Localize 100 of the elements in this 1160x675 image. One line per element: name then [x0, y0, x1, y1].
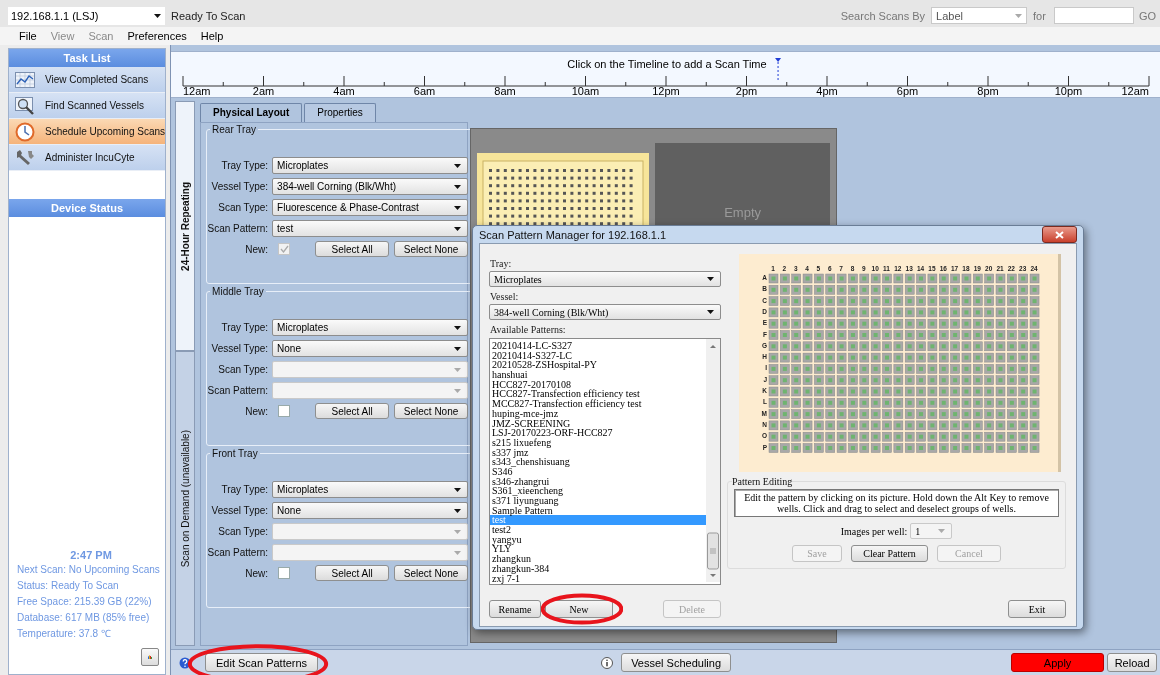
select-button[interactable]: Select None [394, 565, 469, 581]
exit-button[interactable]: Exit [1008, 600, 1066, 618]
status-line: Free Space: 215.39 GB (22%) [17, 595, 153, 609]
dropdown[interactable]: None [272, 502, 469, 519]
field-label: Vessel Type: [210, 343, 269, 354]
pattern-item[interactable]: test2 [490, 525, 706, 535]
dropdown[interactable]: Microplates [272, 157, 469, 174]
pattern-item[interactable]: 20210414-S327-LC [490, 350, 706, 361]
pattern-item[interactable]: s337 jmz [490, 447, 706, 458]
field-label: Scan Type: [217, 202, 269, 213]
pattern-item[interactable]: YLY [490, 544, 706, 555]
time-label: 12pm [652, 85, 680, 97]
vessel-scheduling-button[interactable]: Vessel Scheduling [621, 653, 732, 672]
pattern-item[interactable]: HCC827-Transfection efficiency test [490, 389, 706, 400]
pattern-item[interactable]: hanshuai [490, 370, 706, 380]
status-line: Status: Ready To Scan [17, 579, 120, 593]
dialog-title: Scan Pattern Manager for 192.168.1.1 [479, 228, 667, 241]
for-label: for [1033, 9, 1046, 22]
tray-dropdown[interactable]: Microplates [489, 271, 721, 287]
pattern-item[interactable]: S361_xieencheng [490, 486, 706, 496]
task-item[interactable]: Find Scanned Vessels [9, 93, 166, 119]
time-label: 2pm [735, 85, 758, 97]
time-label: 10pm [1054, 85, 1083, 97]
time-label: 8am [494, 85, 516, 97]
status-line: Next Scan: No Upcoming Scans [17, 563, 161, 577]
dropdown[interactable]: Microplates [272, 481, 469, 498]
pattern-item[interactable]: huping-mce-jmz [490, 408, 706, 419]
dropdown[interactable]: 384-well Corning (Blk/Wht) [272, 178, 469, 195]
pattern-item[interactable]: 20210414-LC-S327 [490, 341, 706, 351]
field-label: Vessel Type: [210, 181, 269, 192]
dropdown[interactable]: test [272, 220, 469, 237]
field-label: Images per well: [840, 525, 908, 537]
field-label: Vessel Type: [210, 505, 269, 516]
timeline-hint: Click on the Timeline to add a Scan Time [567, 58, 767, 70]
field-label: Tray Type: [220, 160, 269, 171]
pattern-item[interactable]: 20210528-ZSHospital-PY [490, 360, 706, 371]
vertical-tab[interactable]: Scan on Demand (unavailable) [175, 351, 196, 646]
time-label: 12am [183, 85, 211, 97]
pattern-item[interactable]: s346-zhangrui [490, 476, 706, 487]
vertical-tab[interactable]: 24-Hour Repeating [175, 101, 196, 351]
select-button[interactable]: Select All [315, 403, 390, 419]
time-label: 2am [252, 85, 275, 97]
pattern-item[interactable]: zxj 7-1 [490, 573, 706, 584]
time-label: 6am [413, 85, 436, 97]
group-title: Pattern Editing [732, 476, 793, 487]
pattern-item[interactable]: zhangkun [490, 554, 706, 564]
time-label: 12am [1121, 85, 1150, 97]
vessel-dropdown[interactable]: 384-well Corning (Blk/Wht) [489, 304, 721, 320]
menu-item[interactable]: Preferences [120, 30, 194, 42]
pattern-item[interactable]: s343_chenshisuang [490, 457, 706, 467]
pattern-item[interactable]: s215 lixuefeng [490, 437, 706, 448]
task-item[interactable]: View Completed Scans [9, 67, 166, 93]
dialog-button[interactable]: Clear Pattern [851, 545, 928, 562]
field-label: New: [244, 243, 269, 255]
apply-button[interactable]: Apply [1011, 653, 1105, 672]
pattern-item[interactable]: yangyu [490, 534, 706, 545]
select-button[interactable]: Select None [394, 241, 469, 257]
pattern-item[interactable]: JMZ-SCREENING [490, 418, 706, 429]
select-button[interactable]: Select None [394, 403, 469, 419]
tab[interactable]: Properties [304, 103, 376, 122]
time-label: 6pm [896, 85, 919, 97]
select-button[interactable]: Select All [315, 565, 390, 581]
group-title: Front Tray [211, 448, 259, 459]
go-button[interactable]: GO [1138, 9, 1156, 22]
dialog-button[interactable]: New [545, 600, 613, 618]
time-label: 4am [333, 85, 355, 97]
task-item[interactable]: Schedule Upcoming Scans [9, 119, 166, 145]
edit-patterns-button[interactable]: Edit Scan Patterns [205, 653, 319, 672]
dropdown[interactable]: Fluorescence & Phase-Contrast [272, 199, 469, 216]
field-label: Vessel: [490, 291, 520, 302]
field-label: Scan Type: [217, 526, 269, 537]
time-label: 4pm [816, 85, 838, 97]
time-label: 8pm [977, 85, 999, 97]
pattern-item[interactable]: LSJ-20170223-ORF-HCC827 [490, 428, 706, 438]
empty-label: Empty [724, 205, 761, 220]
search-label: Search Scans By [840, 9, 926, 22]
status-text: Ready To Scan [171, 9, 247, 22]
field-label: Tray: [490, 258, 513, 269]
menu-item[interactable]: Help [193, 30, 231, 42]
panel-header: Device Status [9, 199, 166, 217]
search-by-dropdown[interactable]: Label [931, 7, 1028, 24]
time-text: 2:47 PM [69, 548, 113, 563]
dialog-button[interactable]: Rename [489, 600, 541, 618]
task-item[interactable]: Administer IncuCyte [9, 145, 166, 171]
pattern-item[interactable]: MCC827-Transfection efficiency test [490, 399, 706, 409]
tab[interactable]: Physical Layout [200, 103, 303, 122]
dropdown[interactable]: Microplates [272, 319, 469, 336]
dropdown[interactable]: None [272, 340, 469, 357]
pattern-item[interactable]: S346 [490, 466, 706, 477]
status-line: Temperature: 37.8 ℃ [17, 627, 112, 641]
menu-item[interactable]: File [12, 30, 44, 42]
field-label: Available Patterns: [490, 324, 567, 335]
time-label: 10am [571, 85, 600, 97]
field-label: Scan Pattern: [207, 223, 269, 234]
connection-dropdown[interactable]: 192.168.1.1 (LSJ) [8, 6, 165, 25]
pattern-item[interactable]: HCC827-20170108 [490, 379, 706, 390]
reload-button[interactable]: Reload [1107, 653, 1158, 672]
select-button[interactable]: Select All [315, 241, 390, 257]
status-line: Database: 617 MB (85% free) [17, 611, 151, 625]
pattern-item[interactable]: s371 liyunguang [490, 496, 706, 506]
